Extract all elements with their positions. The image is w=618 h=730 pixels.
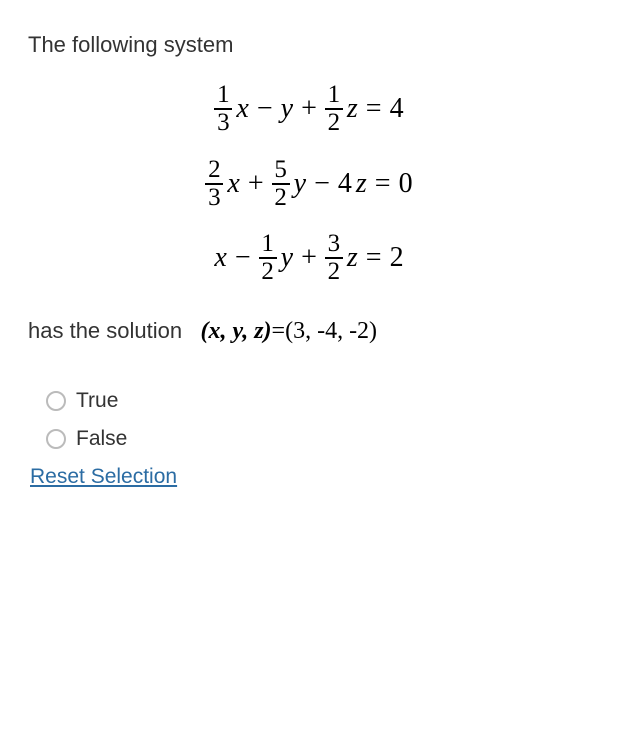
denominator: 3: [205, 185, 223, 211]
variable: z: [354, 168, 369, 200]
solution-statement: has the solution (x, y, z)=(3, -4, -2): [28, 318, 590, 345]
fraction: 2 3: [205, 157, 223, 212]
numerator: 2: [205, 157, 223, 185]
denominator: 2: [259, 259, 277, 285]
numerator: 5: [272, 157, 290, 185]
operator: −: [308, 168, 336, 200]
option-true[interactable]: True: [46, 389, 590, 413]
option-true-label: True: [76, 389, 118, 413]
equation-3: x − 1 2 y + 3 2 z = 2: [94, 231, 524, 286]
rhs-value: 0: [397, 168, 415, 200]
variable: y: [292, 168, 308, 200]
operator: +: [295, 242, 323, 274]
variable: x: [234, 93, 250, 125]
option-false-label: False: [76, 427, 127, 451]
equation-1: 1 3 x − y + 1 2 z = 4: [94, 82, 524, 137]
fraction: 3 2: [325, 231, 343, 286]
solution-variables: (x, y, z): [200, 318, 271, 344]
numerator: 1: [325, 82, 343, 110]
solution-prefix: has the solution: [28, 318, 182, 343]
answer-options: True False: [46, 389, 590, 451]
operator: −: [229, 242, 257, 274]
equation-2: 2 3 x + 5 2 y − 4z = 0: [94, 157, 524, 212]
variable: y: [279, 242, 295, 274]
denominator: 3: [214, 110, 232, 136]
rhs-value: 2: [388, 242, 406, 274]
rhs-value: 4: [388, 93, 406, 125]
denominator: 2: [325, 259, 343, 285]
operator: −: [251, 93, 279, 125]
coefficient: 4: [336, 168, 354, 200]
question-intro: The following system: [28, 32, 590, 58]
equation-system: 1 3 x − y + 1 2 z = 4 2 3 x + 5 2 y − 4z…: [94, 82, 524, 286]
operator: +: [295, 93, 323, 125]
equals: =: [369, 168, 397, 200]
denominator: 2: [272, 185, 290, 211]
numerator: 1: [214, 82, 232, 110]
variable: z: [345, 93, 360, 125]
solution-values: =(3, -4, -2): [272, 318, 378, 344]
variable: x: [212, 242, 228, 274]
numerator: 3: [325, 231, 343, 259]
variable: z: [345, 242, 360, 274]
fraction: 5 2: [272, 157, 290, 212]
variable: x: [225, 168, 241, 200]
radio-true[interactable]: [46, 391, 66, 411]
fraction: 1 2: [259, 231, 277, 286]
equals: =: [360, 242, 388, 274]
fraction: 1 2: [325, 82, 343, 137]
equals: =: [360, 93, 388, 125]
operator: +: [242, 168, 270, 200]
option-false[interactable]: False: [46, 427, 590, 451]
denominator: 2: [325, 110, 343, 136]
radio-false[interactable]: [46, 429, 66, 449]
fraction: 1 3: [214, 82, 232, 137]
reset-selection-link[interactable]: Reset Selection: [30, 465, 177, 489]
variable: y: [279, 93, 295, 125]
numerator: 1: [259, 231, 277, 259]
solution-expression: (x, y, z)=(3, -4, -2): [200, 318, 377, 344]
